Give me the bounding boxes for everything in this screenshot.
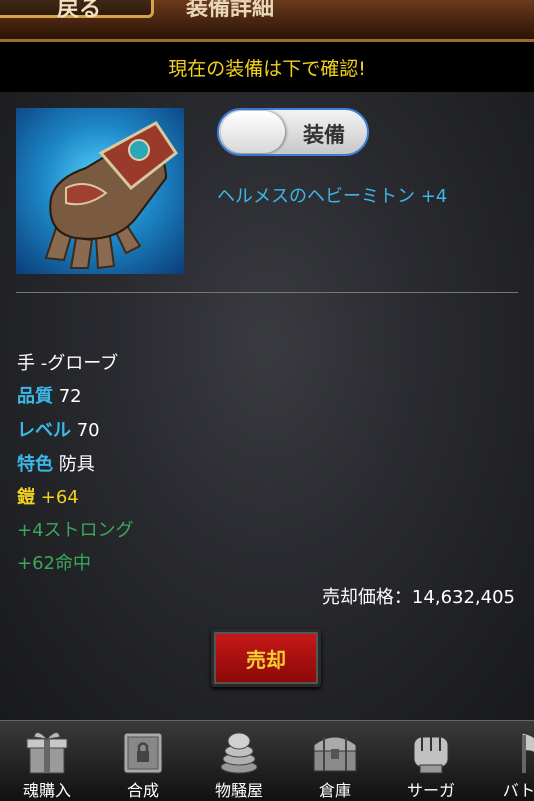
page-title: 装備詳細 xyxy=(186,0,275,21)
sell-button[interactable]: 売却 xyxy=(211,629,321,687)
item-detail-panel: 装備 ヘルメスのヘビーミトン +4 手 -グローブ 品質 72 レベル 70 特… xyxy=(0,92,534,720)
stat-label: 品質 xyxy=(17,386,53,407)
back-button[interactable]: 戻る xyxy=(0,0,154,22)
tab-label: バトル xyxy=(502,781,534,800)
tab-saga[interactable]: サーガ xyxy=(384,721,478,801)
stat-value: 70 xyxy=(76,420,100,441)
stat-label: レベル xyxy=(17,420,71,441)
tab-shop[interactable]: 物騒屋 xyxy=(192,721,286,801)
stat-quality: 品質 72 xyxy=(17,382,82,408)
tab-label: 魂購入 xyxy=(22,781,71,800)
bottom-tab-bar: 魂購入 合成 物騒屋 倉庫 サーガ バト xyxy=(0,720,534,801)
back-button-label: 戻る xyxy=(57,0,102,22)
stat-trait: 特色 防具 xyxy=(17,450,95,476)
top-bar: 戻る 装備詳細 xyxy=(0,0,534,42)
equip-toggle[interactable]: 装備 xyxy=(217,108,369,156)
gift-box-icon xyxy=(26,732,68,774)
bonus-stat: +62命中 xyxy=(17,553,91,574)
item-slot: 手 -グローブ xyxy=(17,353,119,374)
equip-toggle-label: 装備 xyxy=(303,123,345,147)
stat-armor: 鎧 +64 xyxy=(17,483,79,509)
safe-lock-icon xyxy=(123,732,163,774)
fist-icon xyxy=(413,736,449,774)
divider xyxy=(16,292,518,293)
tab-synthesis[interactable]: 合成 xyxy=(96,721,190,801)
stat-label: 特色 xyxy=(17,454,53,475)
toggle-knob xyxy=(221,111,285,153)
sell-price: 売却価格：14,632,405 xyxy=(321,587,515,608)
item-name: ヘルメスのヘビーミトン +4 xyxy=(217,186,448,207)
armor-value: +64 xyxy=(40,487,79,508)
glove-item-image xyxy=(16,108,184,274)
tab-soul-purchase[interactable]: 魂購入 xyxy=(0,721,94,801)
tab-label: 物騒屋 xyxy=(214,781,263,800)
coin-stack-icon xyxy=(220,732,258,774)
tab-battle[interactable]: バトル xyxy=(480,721,534,801)
treasure-chest-icon xyxy=(313,736,357,772)
notice-banner: 現在の装備は下で確認! xyxy=(0,42,534,92)
armor-label: 鎧 xyxy=(17,487,35,508)
tab-label: サーガ xyxy=(406,781,455,800)
tab-label: 倉庫 xyxy=(318,781,351,800)
tab-storage[interactable]: 倉庫 xyxy=(288,721,382,801)
stat-level: レベル 70 xyxy=(17,416,100,442)
stat-value: 防具 xyxy=(58,454,95,475)
bonus-stat: +4ストロング xyxy=(17,520,134,541)
tab-label: 合成 xyxy=(126,781,159,800)
stat-value: 72 xyxy=(58,386,82,407)
axe-icon xyxy=(521,732,534,773)
